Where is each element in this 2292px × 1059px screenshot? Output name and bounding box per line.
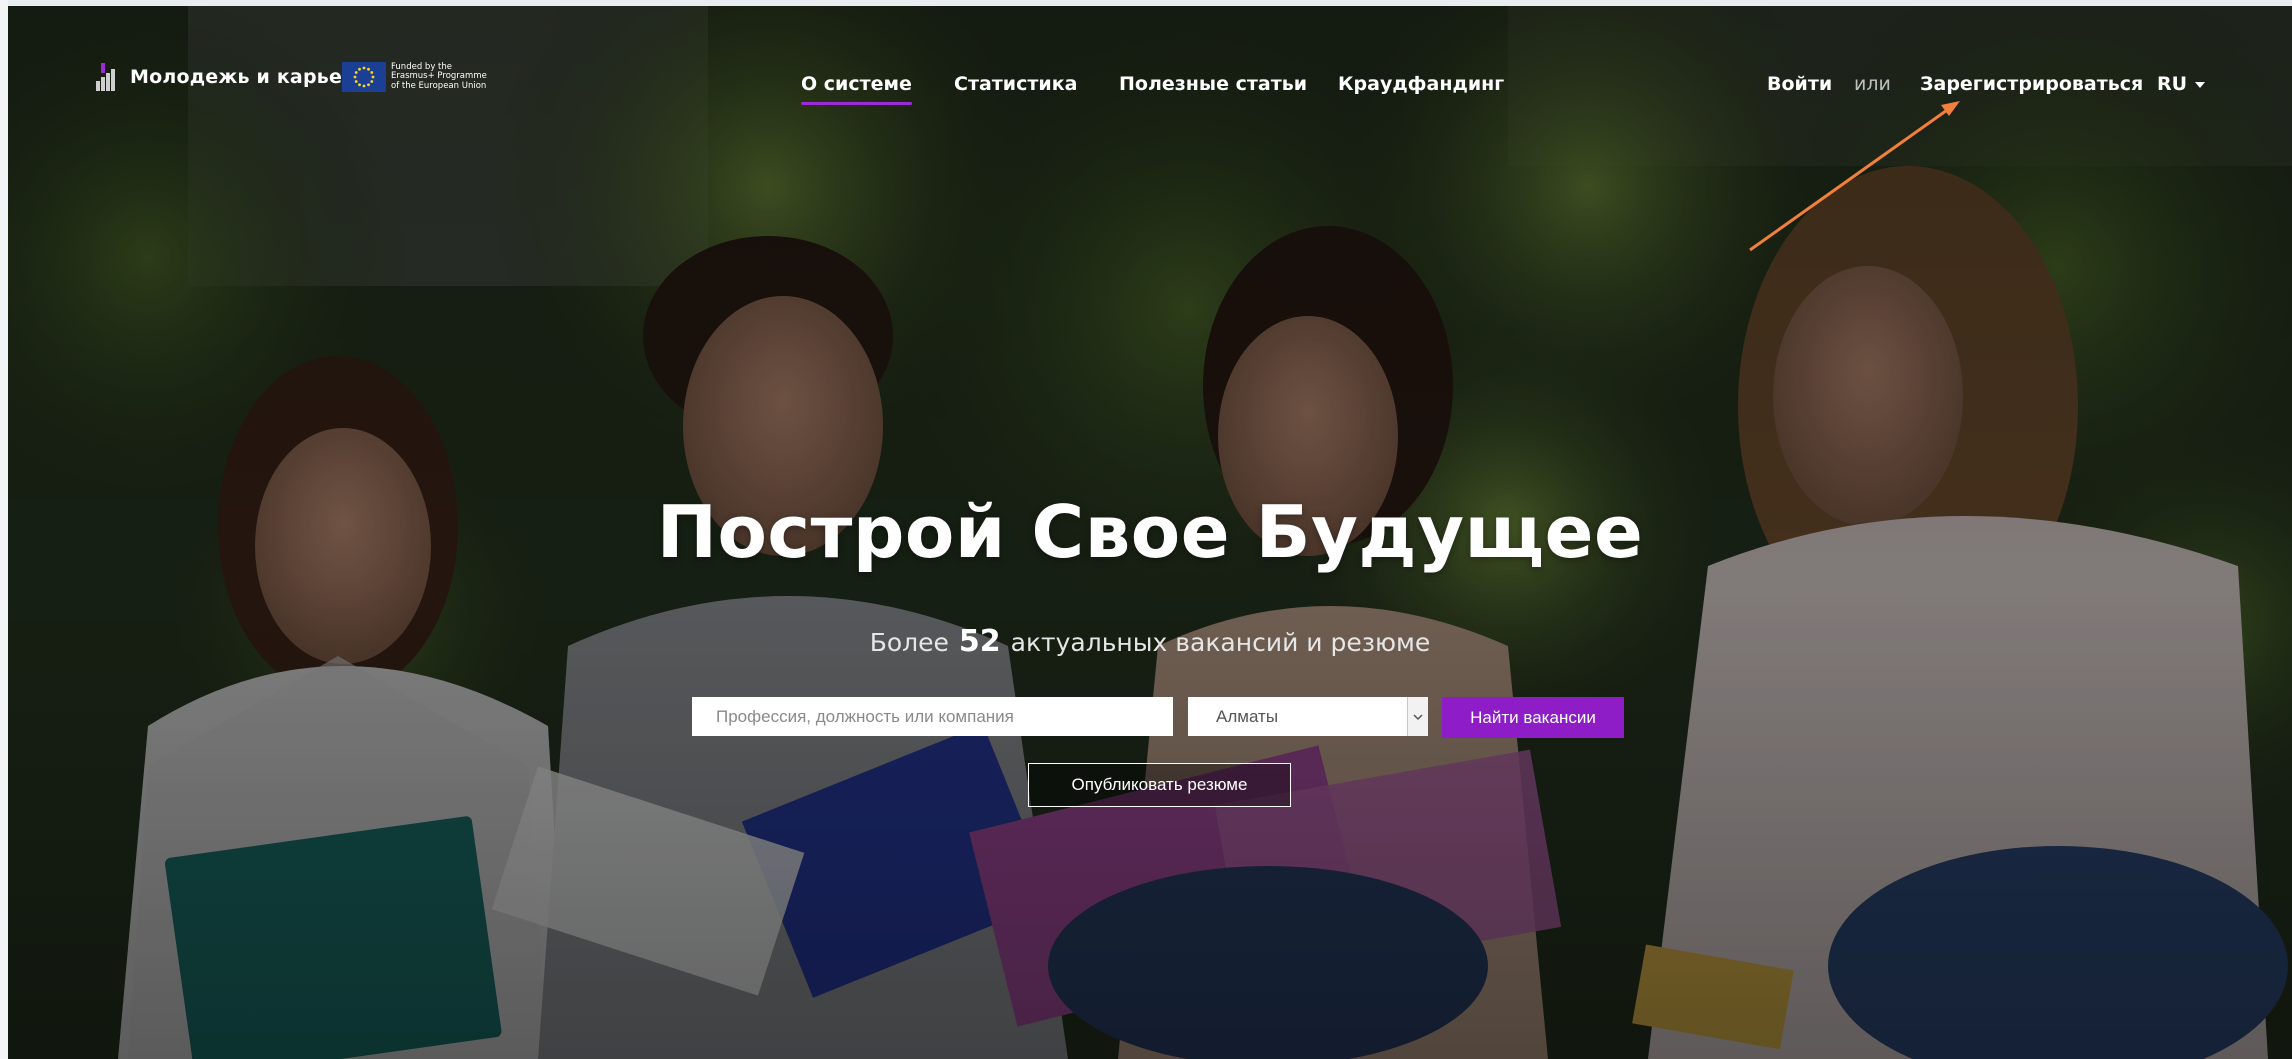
publish-resume-button[interactable]: Опубликовать резюме [1028, 763, 1291, 807]
nav-about-system[interactable]: О системе [801, 73, 912, 105]
nav-statistics[interactable]: Статистика [954, 73, 1077, 95]
browser-left-edge [0, 0, 8, 1059]
subline-suffix: актуальных вакансий и резюме [1010, 628, 1431, 657]
vacancy-count: 52 [958, 624, 1001, 659]
bar-chart-logo-icon [96, 63, 115, 91]
brand-logo[interactable]: Молодежь и карьера [96, 63, 369, 91]
page-frame: Молодежь и карьера Funded by the Erasmus… [0, 0, 2292, 1059]
hero-headline: Построй Свое Будущее [656, 490, 1644, 574]
register-link[interactable]: Зарегистрироваться [1920, 73, 2143, 95]
language-label: RU [2157, 73, 2188, 95]
eu-funding-text: Funded by the Erasmus+ Programme of the … [391, 62, 487, 92]
subline-prefix: Более [869, 628, 949, 657]
city-select-value: Алматы [1216, 706, 1279, 726]
search-input[interactable] [692, 697, 1173, 736]
hero-subline: Более 52 актуальных вакансий и резюме [8, 624, 2292, 659]
nav-crowdfunding[interactable]: Краудфандинг [1338, 73, 1504, 95]
eu-text-line-3: of the European Union [391, 80, 487, 91]
top-navbar: Молодежь и карьера Funded by the Erasmus… [8, 6, 2292, 156]
eu-funding-badge: Funded by the Erasmus+ Programme of the … [342, 62, 487, 92]
nav-useful-articles[interactable]: Полезные статьи [1119, 73, 1307, 95]
hero-section: Молодежь и карьера Funded by the Erasmus… [8, 6, 2292, 1059]
or-separator: или [1854, 73, 1891, 95]
brand-name: Молодежь и карьера [130, 66, 369, 88]
chevron-down-icon [1413, 713, 1423, 720]
select-arrow[interactable] [1407, 697, 1428, 736]
login-link[interactable]: Войти [1767, 73, 1832, 95]
language-dropdown[interactable]: RU [2157, 73, 2206, 95]
eu-flag-icon [342, 62, 386, 92]
city-select[interactable]: Алматы [1188, 697, 1428, 736]
find-vacancies-button[interactable]: Найти вакансии [1442, 697, 1624, 738]
caret-down-icon [2195, 81, 2206, 88]
